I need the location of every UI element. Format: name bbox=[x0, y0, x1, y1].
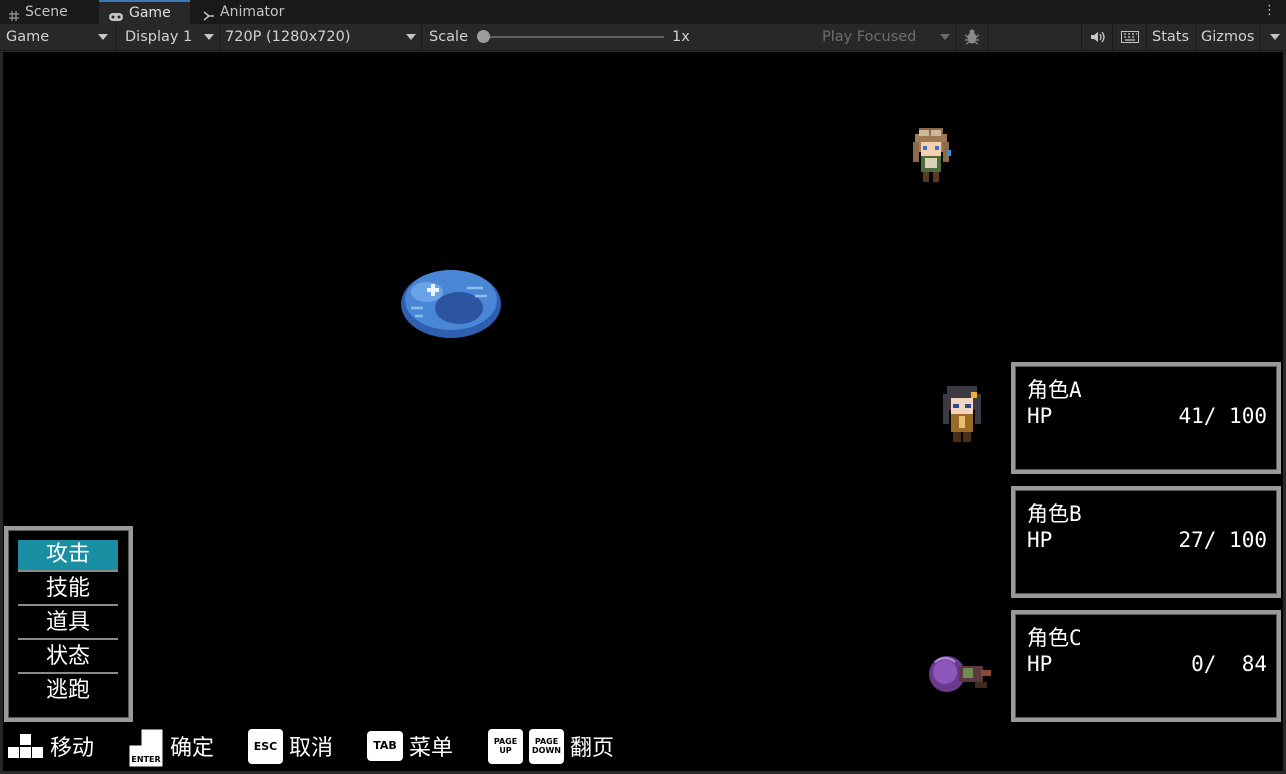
play-mode-label: Play Focused bbox=[822, 29, 917, 45]
tab-animator[interactable]: Animator bbox=[203, 0, 284, 24]
hp-value: 27/ 100 bbox=[1178, 528, 1267, 552]
tab-game[interactable]: Game bbox=[99, 0, 190, 24]
chevron-down-icon bbox=[940, 34, 950, 40]
scale-slider-track[interactable] bbox=[484, 36, 664, 38]
hint-move: 移动 bbox=[8, 728, 94, 764]
chevron-down-icon bbox=[1270, 34, 1280, 40]
view-mode-dropdown[interactable]: Game bbox=[0, 24, 112, 50]
command-escape[interactable]: 逃跑 bbox=[18, 676, 118, 708]
hp-value: 0/ 84 bbox=[1178, 652, 1267, 676]
display-label: Display 1 bbox=[125, 29, 193, 45]
enter-key-text: ENTER bbox=[131, 755, 160, 764]
hero-goggles-sprite bbox=[913, 128, 951, 182]
battle-command-menu: 攻击 技能 道具 状态 逃跑 bbox=[4, 526, 133, 722]
party-status-c: 角色C HP 0/ 84 bbox=[1011, 610, 1281, 722]
more-options-icon[interactable]: ⋮ bbox=[1263, 3, 1276, 19]
party-status-b: 角色B HP 27/ 100 bbox=[1011, 486, 1281, 598]
party-member-name: 角色C bbox=[1027, 626, 1082, 650]
hp-label: HP bbox=[1027, 404, 1053, 428]
hint-confirm-label: 确定 bbox=[170, 736, 215, 761]
hint-move-label: 移动 bbox=[50, 736, 95, 761]
hint-cancel-label: 取消 bbox=[289, 736, 334, 761]
hero-dark-hair-sprite bbox=[943, 386, 981, 442]
hint-menu-label: 菜单 bbox=[409, 736, 454, 761]
display-dropdown[interactable]: Display 1 bbox=[118, 24, 218, 50]
pagedown-key-icon: PAGE DOWN bbox=[529, 728, 564, 764]
hp-value: 41/ 100 bbox=[1178, 404, 1267, 428]
bug-icon[interactable] bbox=[958, 24, 986, 50]
chevron-down-icon bbox=[98, 34, 108, 40]
command-item[interactable]: 道具 bbox=[18, 608, 118, 640]
chevron-down-icon bbox=[406, 34, 416, 40]
play-mode-dropdown[interactable]: Play Focused bbox=[816, 24, 954, 50]
pageup-key-icon: PAGE UP bbox=[488, 728, 523, 764]
scale-value: 1x bbox=[672, 29, 690, 45]
hint-menu: TAB 菜单 bbox=[367, 728, 453, 764]
stats-button[interactable]: Stats bbox=[1152, 24, 1189, 50]
command-skill[interactable]: 技能 bbox=[18, 574, 118, 606]
esc-key-icon: ESC bbox=[248, 728, 283, 764]
view-mode-label: Game bbox=[6, 29, 50, 45]
scale-label: Scale bbox=[429, 29, 469, 45]
hp-label: HP bbox=[1027, 528, 1053, 552]
party-member-name: 角色A bbox=[1027, 378, 1082, 402]
fallen-hero-sprite bbox=[929, 656, 991, 692]
hint-cancel: ESC 取消 bbox=[248, 728, 333, 764]
command-status[interactable]: 状态 bbox=[18, 642, 118, 674]
party-status-a: 角色A HP 41/ 100 bbox=[1011, 362, 1281, 474]
hp-label: HP bbox=[1027, 652, 1053, 676]
tab-scene-label: Scene bbox=[25, 4, 68, 20]
enter-key-icon: ENTER bbox=[129, 729, 163, 767]
game-view-toolbar: Game Display 1 720P (1280x720) Scale 1x … bbox=[0, 24, 1286, 51]
resolution-dropdown[interactable]: 720P (1280x720) bbox=[220, 24, 420, 50]
tab-key-icon: TAB bbox=[367, 731, 403, 761]
tab-scene[interactable]: Scene bbox=[8, 0, 68, 24]
scale-slider-thumb[interactable] bbox=[477, 30, 490, 43]
gizmos-button[interactable]: Gizmos bbox=[1201, 24, 1254, 50]
tab-game-label: Game bbox=[129, 5, 171, 21]
gizmos-dropdown[interactable] bbox=[1262, 24, 1284, 50]
slime-enemy-sprite bbox=[401, 270, 501, 338]
chevron-down-icon bbox=[204, 34, 214, 40]
game-viewport[interactable]: 攻击 技能 道具 状态 逃跑 角色A HP 41/ 100 角色B HP 27/… bbox=[3, 52, 1283, 772]
gamepad-icon bbox=[108, 7, 124, 21]
animator-icon bbox=[203, 6, 215, 21]
tab-animator-label: Animator bbox=[220, 4, 285, 20]
dpad-icon bbox=[8, 734, 43, 758]
hint-page: PAGE UP PAGE DOWN 翻页 bbox=[488, 728, 614, 764]
editor-tab-bar: Scene Game Animator ⋮ bbox=[0, 0, 1286, 24]
command-attack[interactable]: 攻击 bbox=[18, 540, 118, 572]
hint-page-label: 翻页 bbox=[570, 736, 615, 761]
grid-icon bbox=[8, 6, 20, 21]
keyboard-icon[interactable] bbox=[1117, 24, 1143, 50]
hint-confirm: ENTER 确定 bbox=[128, 728, 215, 767]
resolution-label: 720P (1280x720) bbox=[225, 29, 351, 45]
mute-audio-icon[interactable] bbox=[1086, 24, 1110, 50]
party-member-name: 角色B bbox=[1027, 502, 1082, 526]
